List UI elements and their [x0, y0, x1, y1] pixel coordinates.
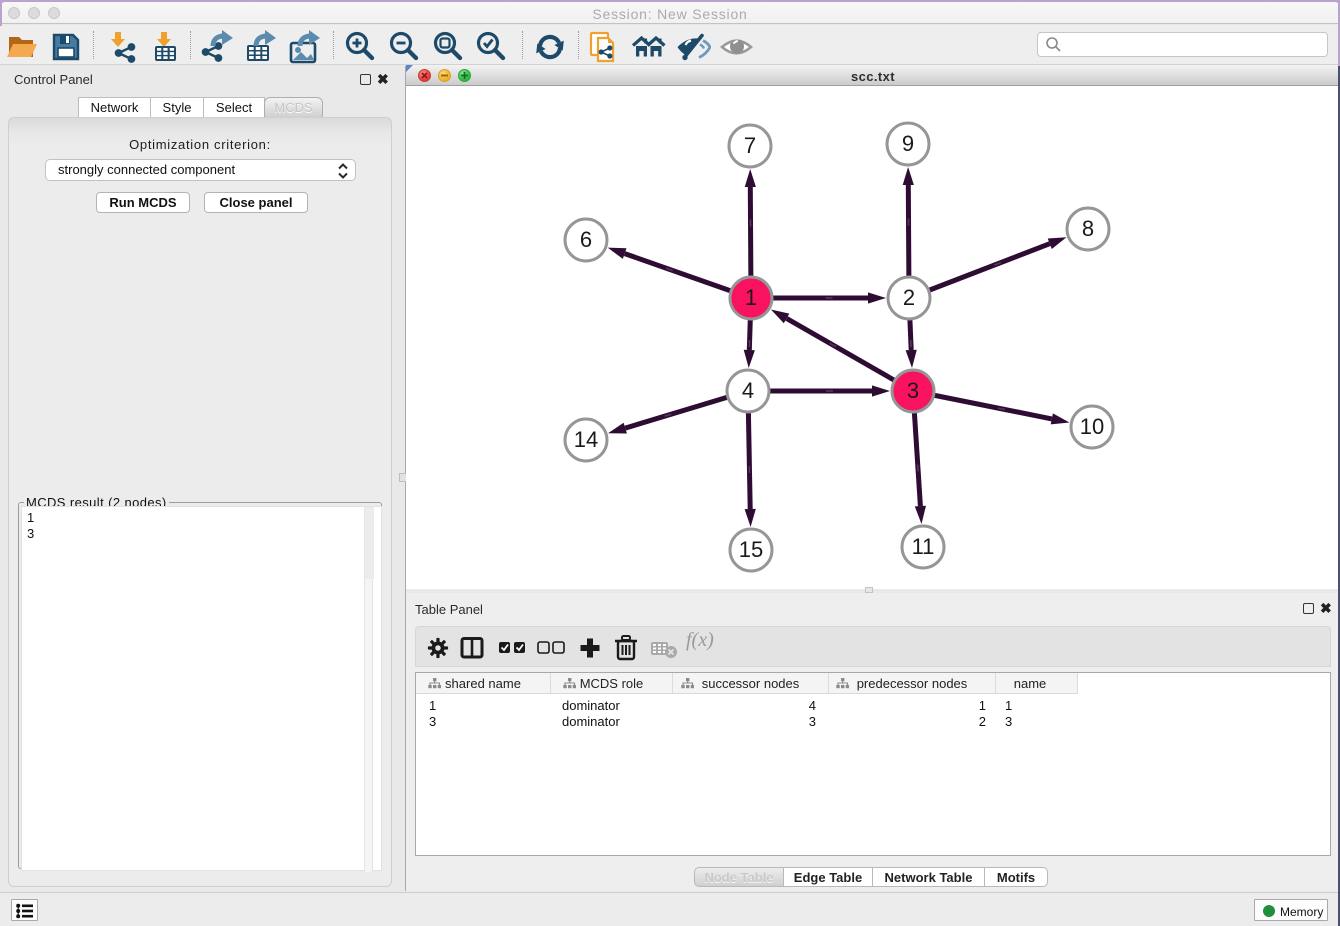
svg-text:2: 2 — [903, 285, 915, 310]
svg-text:3: 3 — [907, 378, 919, 403]
svg-text:7: 7 — [744, 133, 756, 158]
svg-text:9: 9 — [902, 131, 914, 156]
svg-text:8: 8 — [1082, 216, 1094, 241]
svg-text:15: 15 — [739, 537, 763, 562]
svg-text:10: 10 — [1080, 414, 1104, 439]
svg-text:1: 1 — [745, 285, 757, 310]
svg-text:14: 14 — [574, 427, 598, 452]
svg-text:6: 6 — [580, 227, 592, 252]
svg-text:11: 11 — [912, 534, 935, 559]
svg-text:4: 4 — [742, 378, 754, 403]
